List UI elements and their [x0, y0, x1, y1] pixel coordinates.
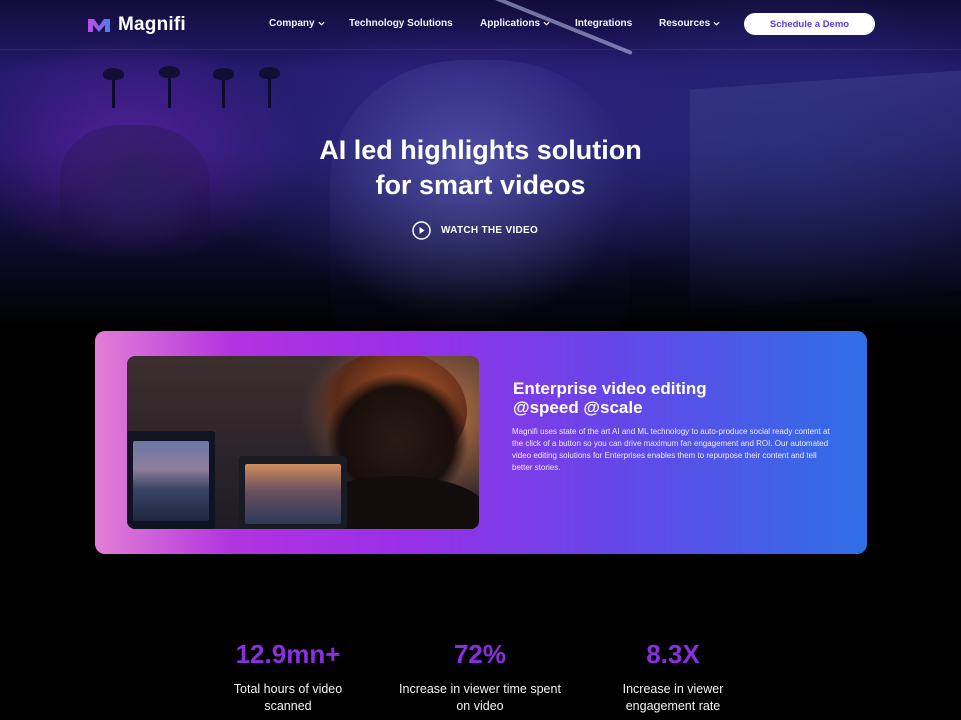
nav-item-resources[interactable]: Resources	[659, 18, 720, 29]
feature-description: Magnifi uses state of the art AI and ML …	[512, 427, 830, 472]
stat-label: Total hours of video scanned	[233, 682, 343, 713]
nav-item-technology-solutions[interactable]: Technology Solutions	[349, 18, 453, 29]
top-navigation: Magnifi Company Technology Solutions App…	[0, 0, 961, 50]
nav-item-integrations[interactable]: Integrations	[575, 18, 632, 29]
magnifi-logo-icon	[88, 19, 110, 32]
feature-title-line1: Enterprise video editing	[513, 379, 707, 398]
stat-label: Increase in viewer time spent on video	[399, 682, 561, 713]
stat-item: 12.9mn+ Total hours of video scanned	[188, 640, 388, 715]
monitor-left	[127, 431, 215, 529]
schedule-demo-button[interactable]: Schedule a Demo	[744, 13, 875, 35]
play-circle-icon	[412, 221, 431, 240]
nav-item-label: Technology Solutions	[349, 18, 453, 29]
palm-tree	[103, 68, 124, 108]
feature-title: Enterprise video editing @speed @scale	[513, 379, 813, 417]
hero-title: AI led highlights solution for smart vid…	[240, 133, 721, 203]
brand-name: Magnifi	[118, 14, 186, 35]
nav-item-company[interactable]: Company	[269, 18, 325, 29]
hero-title-line2: for smart videos	[375, 170, 586, 200]
hero-rider-figure	[60, 125, 210, 255]
watch-video-label: WATCH THE VIDEO	[441, 225, 539, 236]
palm-tree	[259, 67, 280, 108]
nav-item-label: Applications	[480, 18, 541, 29]
feature-title-line2: @speed @scale	[513, 398, 643, 417]
nav-item-label: Resources	[659, 18, 711, 29]
hero-background-panel	[690, 70, 961, 310]
nav-item-label: Company	[269, 18, 315, 29]
nav-item-label: Integrations	[575, 18, 633, 29]
nav-item-applications[interactable]: Applications	[480, 18, 550, 29]
stat-item: 72% Increase in viewer time spent on vid…	[380, 640, 580, 715]
stat-item: 8.3X Increase in viewer engagement rate	[573, 640, 773, 715]
monitor-right	[239, 456, 347, 529]
feature-card: Enterprise video editing @speed @scale M…	[95, 331, 867, 554]
chevron-down-icon	[713, 21, 720, 26]
hero-title-line1: AI led highlights solution	[319, 135, 642, 165]
stat-value: 72%	[453, 639, 507, 669]
palm-tree	[213, 68, 234, 108]
stat-label: Increase in viewer engagement rate	[622, 682, 724, 713]
watch-video-button[interactable]: WATCH THE VIDEO	[411, 221, 538, 240]
chevron-down-icon	[543, 21, 550, 26]
stat-value: 8.3X	[646, 639, 700, 669]
stat-value: 12.9mn+	[235, 639, 341, 669]
feature-image	[127, 356, 479, 529]
palm-tree	[159, 66, 180, 108]
chevron-down-icon	[318, 21, 325, 26]
brand-logo[interactable]: Magnifi	[86, 14, 186, 36]
